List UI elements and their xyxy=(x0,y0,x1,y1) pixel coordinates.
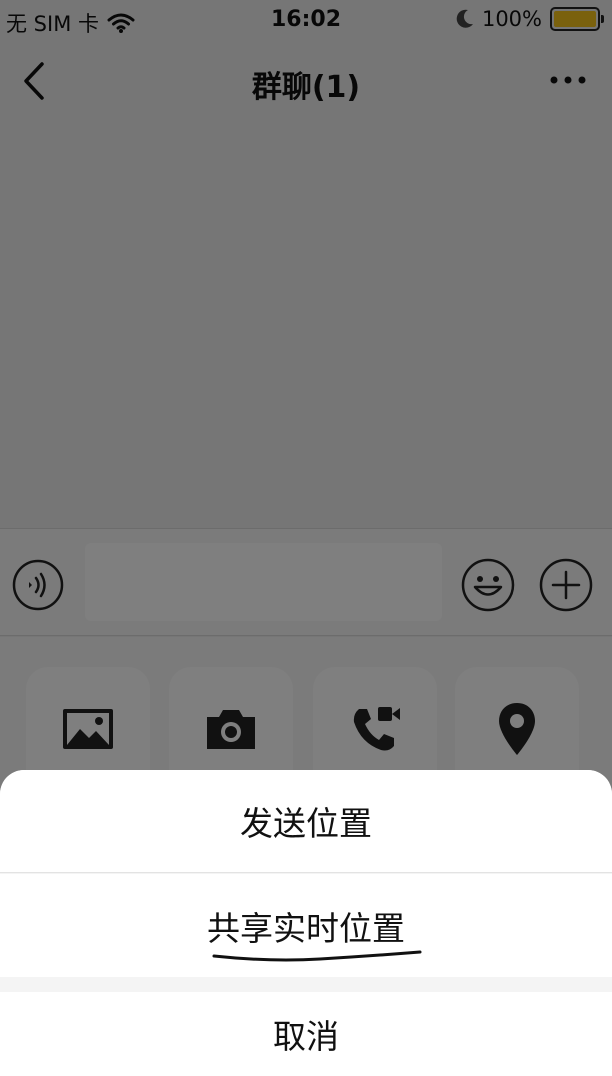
send-location-label: 发送位置 xyxy=(240,804,372,843)
location-action-sheet: 发送位置 共享实时位置 取消 xyxy=(0,770,612,1076)
cancel-label: 取消 xyxy=(273,1017,339,1056)
send-location-option[interactable]: 发送位置 xyxy=(0,770,612,873)
cancel-button[interactable]: 取消 xyxy=(0,992,612,1076)
underline-annotation xyxy=(212,950,422,962)
share-live-location-label: 共享实时位置 xyxy=(207,908,405,948)
